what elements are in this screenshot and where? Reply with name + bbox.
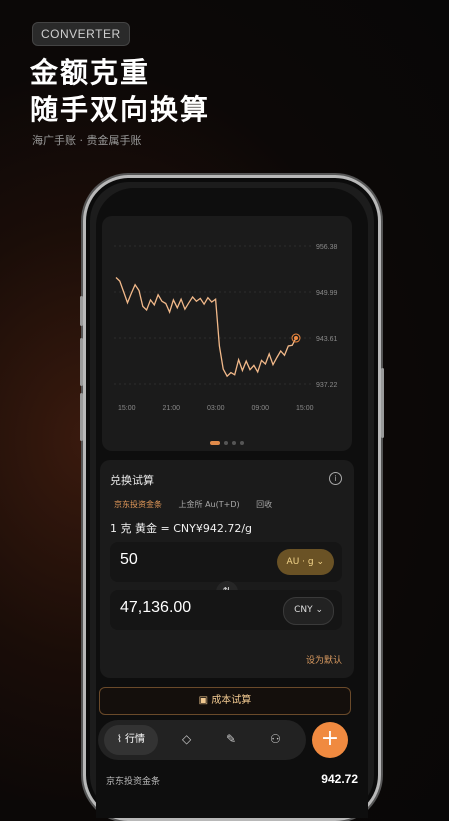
headline-line-1: 金额克重: [30, 56, 151, 89]
phone-power-button: [381, 368, 384, 438]
gold-amount-field[interactable]: 50 AU · g ⌄: [110, 542, 342, 582]
page-dot: [224, 441, 228, 445]
bottom-asset-name: 京东投资金条: [106, 777, 161, 787]
phone-side-button: [80, 393, 83, 441]
subline: 海广手账 · 贵金属手账: [32, 134, 142, 147]
gold-unit-select[interactable]: AU · g ⌄: [276, 549, 334, 575]
x-tick-label: 03:00: [207, 405, 225, 412]
cost-calc-label: 成本试算: [211, 695, 252, 706]
x-tick-label: 15:00: [296, 405, 314, 412]
phone-side-button: [80, 338, 83, 386]
calculator-icon: ▣: [198, 695, 209, 706]
x-tick-label: 15:00: [118, 405, 136, 412]
chart-icon: ⌇: [116, 734, 122, 745]
section-badge: CONVERTER: [32, 22, 130, 46]
nav-item-market[interactable]: ⌇ 行情: [104, 725, 158, 755]
y-tick-label: 937.22: [316, 382, 338, 389]
y-tick-label: 949.99: [316, 290, 338, 297]
user-icon[interactable]: ⚇: [270, 732, 281, 746]
tab-sge-au-td[interactable]: 上金所 Au(T+D): [179, 499, 240, 510]
add-button[interactable]: +: [312, 722, 348, 758]
nav-market-label: 行情: [125, 734, 146, 745]
cny-amount-field[interactable]: 47,136.00 CNY ⌄: [110, 590, 342, 630]
x-tick-label: 21:00: [163, 405, 181, 412]
tab-recycle[interactable]: 回收: [256, 499, 272, 510]
phone-screen: 956.38 949.99 943.61 937.22 15:00 21:00 03:00 0…: [96, 188, 368, 818]
headline-line-2: 随手双向换算: [30, 93, 211, 126]
exchange-rate: 1 克 黄金 = CNY¥942.72/g: [110, 522, 253, 535]
source-tabs: 京东投资金条 上金所 Au(T+D) 回收: [114, 499, 286, 510]
last-point: [294, 336, 298, 341]
pencil-icon[interactable]: ✎: [226, 732, 236, 746]
bottom-nav: ⌇ 行情 ◇ ✎ ⚇: [98, 720, 306, 760]
currency-select[interactable]: CNY ⌄: [283, 597, 334, 625]
y-tick-label: 956.38: [316, 244, 338, 251]
page-dot: [240, 441, 244, 445]
bottom-asset-price: 942.72: [321, 772, 358, 786]
diamond-icon[interactable]: ◇: [182, 732, 191, 746]
cny-amount-value: 47,136.00: [120, 599, 192, 616]
converter-card: 兑换试算 i 京东投资金条 上金所 Au(T+D) 回收 1 克 黄金 = CN…: [100, 460, 354, 678]
price-chart: 956.38 949.99 943.61 937.22 15:00 21:00 03:00 0…: [114, 244, 338, 412]
y-tick-label: 943.61: [316, 336, 338, 343]
phone-side-button: [80, 296, 83, 326]
page-dot: [232, 441, 236, 445]
page-dot: [210, 441, 220, 445]
price-chart-card: 956.38 949.99 943.61 937.22 15:00 21:00 03:00 0…: [102, 216, 352, 451]
set-default-link[interactable]: 设为默认: [306, 653, 342, 666]
tab-jd-gold-bar[interactable]: 京东投资金条: [114, 499, 162, 510]
converter-title: 兑换试算: [110, 474, 154, 487]
headline: 金额克重 随手双向换算: [30, 54, 210, 128]
phone-mockup: 956.38 949.99 943.61 937.22 15:00 21:00 03:00 0…: [80, 175, 384, 821]
x-tick-label: 09:00: [252, 405, 270, 412]
info-icon[interactable]: i: [329, 472, 342, 485]
page-indicator: [102, 441, 352, 445]
gold-amount-value: 50: [120, 551, 138, 568]
cost-calc-button[interactable]: ▣ 成本试算: [99, 687, 351, 715]
